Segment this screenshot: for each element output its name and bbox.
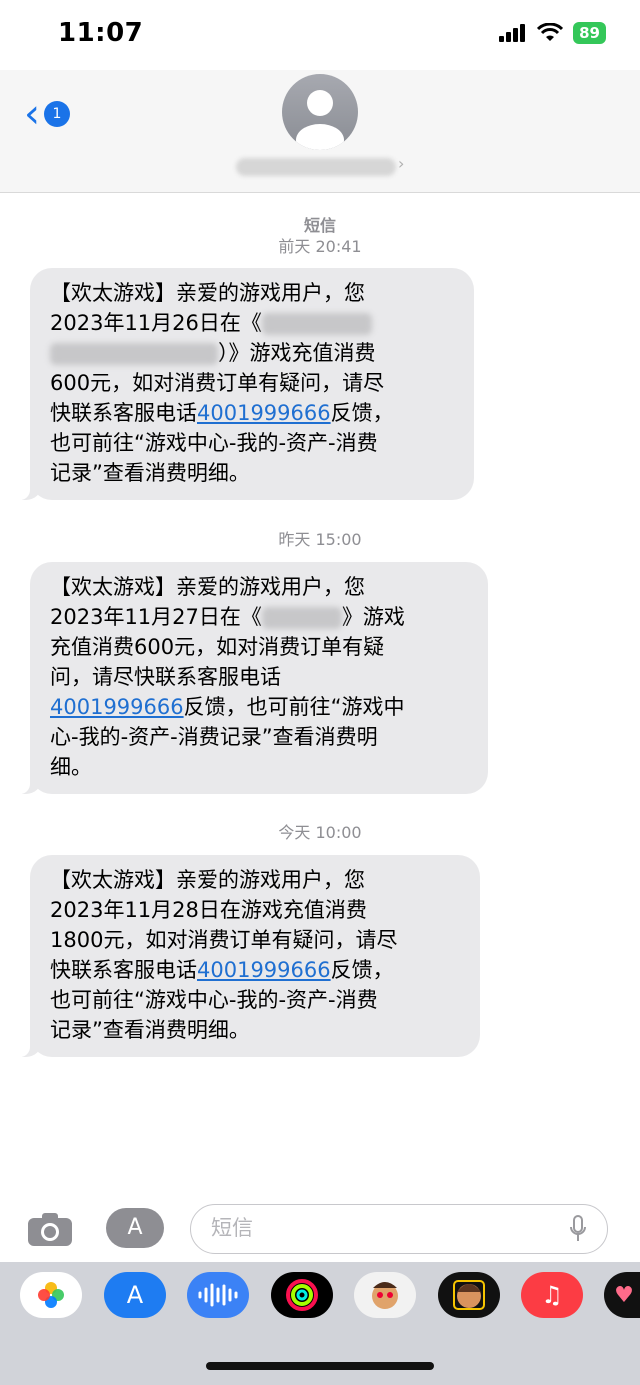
redacted-text	[261, 313, 372, 335]
contact-avatar[interactable]	[282, 74, 358, 150]
message-bubble[interactable]: 【欢太游戏】亲爱的游戏用户，您 2023年11月27日在《 》游戏 充值消费600…	[18, 562, 488, 794]
audio-app-icon[interactable]	[187, 1272, 249, 1318]
status-icons: 89	[499, 22, 606, 44]
person-icon	[296, 90, 344, 150]
back-button[interactable]: ‹ 1	[24, 94, 70, 134]
compose-bar: A 短信	[0, 1200, 640, 1260]
home-indicator[interactable]	[206, 1362, 434, 1370]
message-bubble[interactable]: 【欢太游戏】亲爱的游戏用户，您 2023年11月26日在《 ）》游戏充值消费 6…	[18, 268, 474, 500]
message-timestamp: 今天 10:00	[278, 823, 362, 842]
signal-icon	[499, 24, 526, 42]
redacted-text	[50, 343, 218, 365]
activity-app-icon[interactable]	[271, 1272, 333, 1318]
redacted-text	[261, 607, 342, 629]
memoji-app-icon[interactable]	[354, 1272, 416, 1318]
chevron-left-icon: ‹	[24, 91, 40, 137]
message-input[interactable]: 短信	[190, 1204, 608, 1254]
animoji-app-icon[interactable]	[438, 1272, 500, 1318]
mic-icon[interactable]	[569, 1215, 587, 1243]
camera-icon[interactable]	[26, 1212, 74, 1248]
wifi-icon	[537, 23, 564, 41]
battery-icon: 89	[573, 22, 606, 44]
heart-app-icon[interactable]: ♥	[604, 1272, 640, 1318]
contact-name-redacted[interactable]	[236, 158, 396, 176]
conversation-header: ‹ 1 ›	[0, 70, 640, 193]
phone-link[interactable]: 4001999666	[197, 958, 331, 982]
message-timestamp: 前天 20:41	[278, 237, 362, 256]
app-store-app-icon[interactable]: A	[104, 1272, 166, 1318]
app-store-icon[interactable]: A	[106, 1208, 164, 1248]
chevron-right-icon: ›	[398, 154, 405, 173]
app-drawer: A ♫ ♥	[0, 1262, 640, 1385]
message-bubble[interactable]: 【欢太游戏】亲爱的游戏用户，您 2023年11月28日在游戏充值消费 1800元…	[18, 855, 480, 1057]
message-timestamp: 昨天 15:00	[278, 530, 362, 549]
phone-link[interactable]: 4001999666	[50, 695, 184, 719]
music-app-icon[interactable]: ♫	[521, 1272, 583, 1318]
status-bar: 11:07 89	[0, 0, 640, 70]
phone-link[interactable]: 4001999666	[197, 401, 331, 425]
status-time: 11:07	[58, 18, 144, 48]
unread-badge: 1	[44, 101, 70, 127]
photos-app-icon[interactable]	[20, 1272, 82, 1318]
